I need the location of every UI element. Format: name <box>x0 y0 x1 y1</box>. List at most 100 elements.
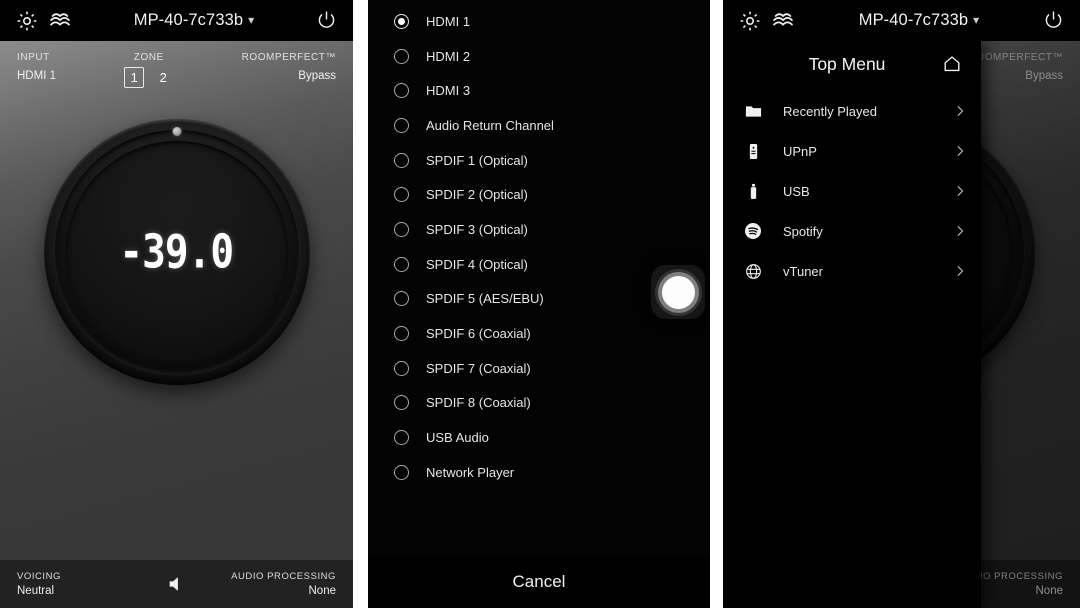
app-bar-3: MP-40-7c733b ▾ <box>723 0 1080 41</box>
roomperfect-status-background: ROOMPERFECT™ Bypass <box>969 51 1063 85</box>
cancel-button[interactable]: Cancel <box>368 556 710 608</box>
chevron-right-icon <box>953 144 967 158</box>
radio-unselected-icon[interactable] <box>394 256 409 272</box>
server-icon <box>743 141 763 161</box>
radio-selected-icon[interactable] <box>394 13 409 29</box>
voicing-status[interactable]: VOICING Neutral <box>17 570 154 599</box>
top-menu-item[interactable]: UPnP <box>723 131 981 171</box>
input-option-row[interactable]: Audio Return Channel <box>368 108 710 143</box>
input-label: INPUT <box>17 52 50 63</box>
top-menu-item-label: vTuner <box>783 263 823 279</box>
radio-unselected-icon[interactable] <box>394 395 409 411</box>
top-menu-item-label: UPnP <box>783 143 817 159</box>
touch-cursor-dot <box>661 275 695 309</box>
radio-unselected-icon[interactable] <box>394 326 409 342</box>
radio-unselected-icon[interactable] <box>394 83 409 99</box>
input-option-row[interactable]: HDMI 1 <box>368 4 710 39</box>
speaker-mute-icon[interactable] <box>154 573 200 595</box>
input-picker-dialog: HDMI 1 HDMI 2 HDMI 3 Audio Return Channel SP… <box>368 0 710 608</box>
device-name-label: MP-40-7c733b <box>133 11 244 29</box>
input-option-label: HDMI 1 <box>426 13 471 29</box>
power-icon[interactable] <box>1041 8 1066 33</box>
panel-volume-screen: MP-40-7c733b ▾ INPUT HDMI 1 ZONE 1 2 ROO… <box>0 0 353 608</box>
input-option-row[interactable]: HDMI 3 <box>368 73 710 108</box>
panel-input-picker: HDMI 1 HDMI 2 HDMI 3 Audio Return Channel SP… <box>368 0 710 608</box>
input-value: HDMI 1 <box>17 70 56 82</box>
input-option-row[interactable]: SPDIF 8 (Coaxial) <box>368 386 710 421</box>
zone-label: ZONE <box>133 52 164 63</box>
input-option-list: HDMI 1 HDMI 2 HDMI 3 Audio Return Channel SP… <box>368 0 710 490</box>
power-icon[interactable] <box>314 8 339 33</box>
gear-icon[interactable] <box>14 8 40 34</box>
folder-icon <box>743 101 763 121</box>
audio-processing-status[interactable]: AUDIO PROCESSING None <box>200 570 337 599</box>
device-name-label: MP-40-7c733b <box>858 11 969 29</box>
input-option-row[interactable]: SPDIF 1 (Optical) <box>368 143 710 178</box>
input-option-label: SPDIF 5 (AES/EBU) <box>426 291 544 307</box>
panel-divider-1 <box>353 0 368 608</box>
top-menu-list: Recently Played UPnP USB Spotify vTuner <box>723 87 981 291</box>
gear-icon[interactable] <box>737 8 763 34</box>
input-option-row[interactable]: HDMI 2 <box>368 39 710 74</box>
device-title[interactable]: MP-40-7c733b ▾ <box>797 11 1041 30</box>
zone-option-1[interactable]: 1 <box>124 67 145 88</box>
top-menu-item-label: USB <box>783 183 810 199</box>
roomperfect-waves-icon[interactable] <box>46 8 74 34</box>
input-option-row[interactable]: Network Player <box>368 455 710 490</box>
input-option-row[interactable]: USB Audio <box>368 420 710 455</box>
input-option-row[interactable]: SPDIF 2 (Optical) <box>368 177 710 212</box>
status-row: INPUT HDMI 1 ZONE 1 2 ROOMPERFECT™ Bypas… <box>0 51 353 103</box>
roomperfect-waves-icon[interactable] <box>769 8 797 34</box>
radio-unselected-icon[interactable] <box>394 430 409 446</box>
globe-icon <box>743 261 763 281</box>
input-option-label: SPDIF 2 (Optical) <box>426 187 528 203</box>
radio-unselected-icon[interactable] <box>394 48 409 64</box>
radio-unselected-icon[interactable] <box>394 360 409 376</box>
chevron-right-icon <box>953 224 967 238</box>
input-option-row[interactable]: SPDIF 3 (Optical) <box>368 212 710 247</box>
drawer-title: Top Menu <box>808 53 886 74</box>
app-bar: MP-40-7c733b ▾ <box>0 0 353 41</box>
volume-knob[interactable]: -39.0 <box>43 119 310 385</box>
chevron-right-icon <box>953 264 967 278</box>
top-menu-item[interactable]: vTuner <box>723 251 981 291</box>
radio-unselected-icon[interactable] <box>394 464 409 480</box>
roomperfect-value: Bypass <box>298 70 336 82</box>
input-option-label: USB Audio <box>426 430 489 446</box>
zone-selector[interactable]: ZONE 1 2 <box>124 51 173 88</box>
panel-divider-2 <box>710 0 723 608</box>
radio-unselected-icon[interactable] <box>394 187 409 203</box>
home-icon[interactable] <box>941 53 963 75</box>
panel-top-menu: MP-40-7c733b▾ INPUT HDMI 1 ZONE 1 <box>723 0 1080 608</box>
volume-value: -39.0 <box>119 225 235 279</box>
input-status[interactable]: INPUT HDMI 1 <box>17 51 56 85</box>
knob-face: -39.0 <box>65 141 288 363</box>
usb-drive-icon <box>743 181 763 201</box>
input-option-label: Audio Return Channel <box>426 117 554 133</box>
zone-options: 1 2 <box>124 67 173 88</box>
input-option-label: HDMI 2 <box>426 48 471 64</box>
roomperfect-label: ROOMPERFECT™ <box>241 52 336 63</box>
roomperfect-status[interactable]: ROOMPERFECT™ Bypass <box>242 51 336 85</box>
input-option-row[interactable]: SPDIF 7 (Coaxial) <box>368 351 710 386</box>
radio-unselected-icon[interactable] <box>394 221 409 237</box>
top-menu-item-label: Spotify <box>783 223 823 239</box>
top-menu-item[interactable]: Recently Played <box>723 91 981 131</box>
radio-unselected-icon[interactable] <box>394 152 409 168</box>
audio-processing-value: None <box>308 584 337 597</box>
radio-unselected-icon[interactable] <box>394 291 409 307</box>
audio-processing-value: None <box>1035 584 1064 597</box>
voicing-value: Neutral <box>17 584 55 597</box>
knob-position-marker <box>172 127 181 136</box>
input-option-label: SPDIF 8 (Coaxial) <box>426 395 531 411</box>
top-menu-item[interactable]: USB <box>723 171 981 211</box>
audio-processing-label: AUDIO PROCESSING <box>231 570 336 582</box>
input-option-row[interactable]: SPDIF 6 (Coaxial) <box>368 316 710 351</box>
zone-option-2[interactable]: 2 <box>153 67 173 88</box>
device-title[interactable]: MP-40-7c733b ▾ <box>74 11 314 30</box>
top-menu-item[interactable]: Spotify <box>723 211 981 251</box>
input-option-label: SPDIF 6 (Coaxial) <box>426 326 531 342</box>
dial-screen: INPUT HDMI 1 ZONE 1 2 ROOMPERFECT™ Bypas… <box>0 41 353 608</box>
radio-unselected-icon[interactable] <box>394 117 409 133</box>
chevron-down-icon: ▾ <box>973 13 980 27</box>
